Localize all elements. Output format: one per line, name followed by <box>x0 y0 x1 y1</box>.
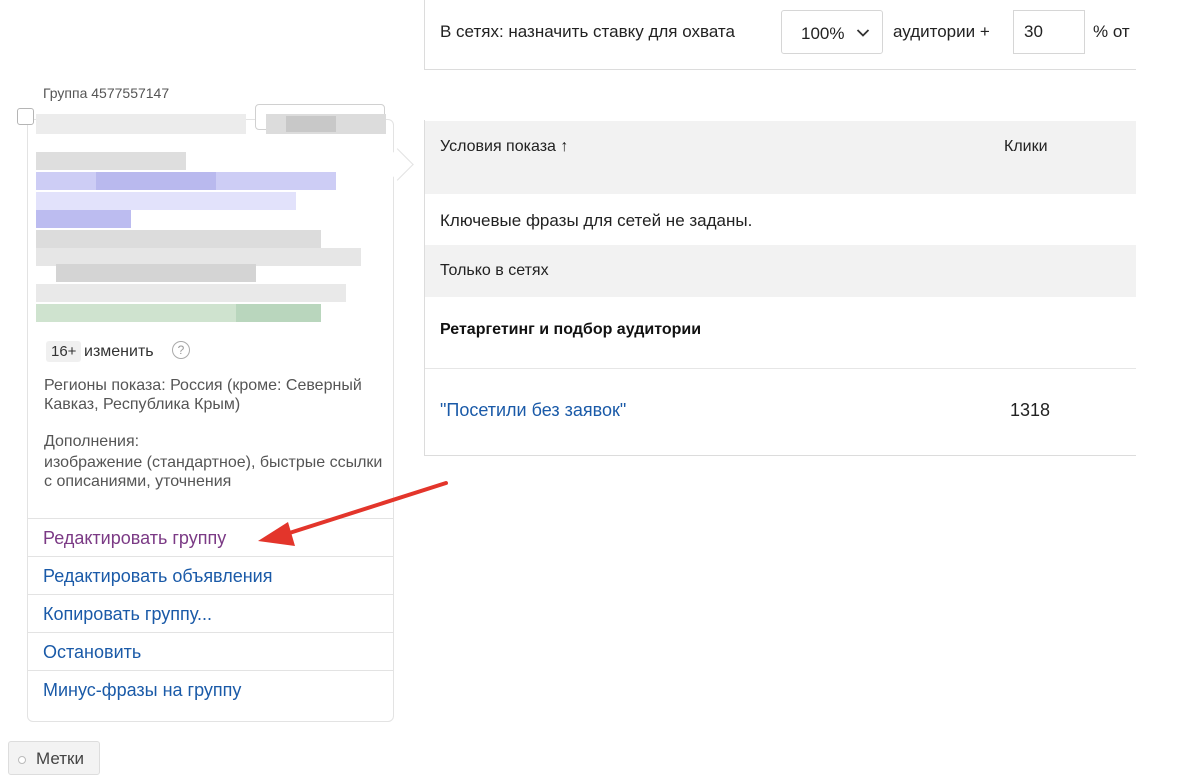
annotation-arrow-icon <box>258 481 448 546</box>
blurred-ad-preview <box>36 114 386 322</box>
coverage-select[interactable]: 100% <box>781 10 883 54</box>
age-change-link[interactable]: изменить <box>84 343 154 361</box>
edit-ads-link[interactable]: Редактировать объявления <box>28 556 393 594</box>
extensions-title: Дополнения: <box>44 433 140 450</box>
section-retargeting: Ретаргетинг и подбор аудитории <box>440 321 702 338</box>
copy-group-link[interactable]: Копировать группу... <box>28 594 393 632</box>
chevron-down-icon <box>856 29 870 37</box>
column-clicks[interactable]: Клики <box>1004 138 1048 156</box>
tags-button-label: Метки <box>36 749 84 768</box>
column-conditions[interactable]: Условия показа ↑ <box>440 138 568 156</box>
age-badge: 16+ <box>46 341 82 362</box>
tag-icon <box>18 756 26 764</box>
percent-label: % от <box>1093 22 1130 41</box>
coverage-value: 100% <box>801 24 845 43</box>
regions-text: Регионы показа: Россия (кроме: Северный … <box>44 377 362 413</box>
audience-condition-link[interactable]: "Посетили без заявок" <box>440 400 626 421</box>
row-divider <box>425 368 1136 369</box>
tags-button[interactable]: Метки <box>8 741 100 775</box>
empty-keywords-message: Ключевые фразы для сетей не заданы. <box>440 211 753 230</box>
section-networks-only: Только в сетях <box>440 262 549 279</box>
stop-link[interactable]: Остановить <box>28 632 393 670</box>
audience-label: аудитории + <box>893 22 990 41</box>
bid-percent-input[interactable] <box>1013 10 1085 54</box>
group-checkbox[interactable] <box>17 108 34 125</box>
help-icon[interactable]: ? <box>172 341 190 359</box>
audience-condition-clicks: 1318 <box>1010 400 1051 420</box>
table-header <box>425 121 1136 194</box>
bid-label: В сетях: назначить ставку для охвата <box>440 22 735 41</box>
minus-phrases-link[interactable]: Минус-фразы на группу <box>28 670 393 708</box>
group-title: Группа 4577557147 <box>43 85 170 101</box>
